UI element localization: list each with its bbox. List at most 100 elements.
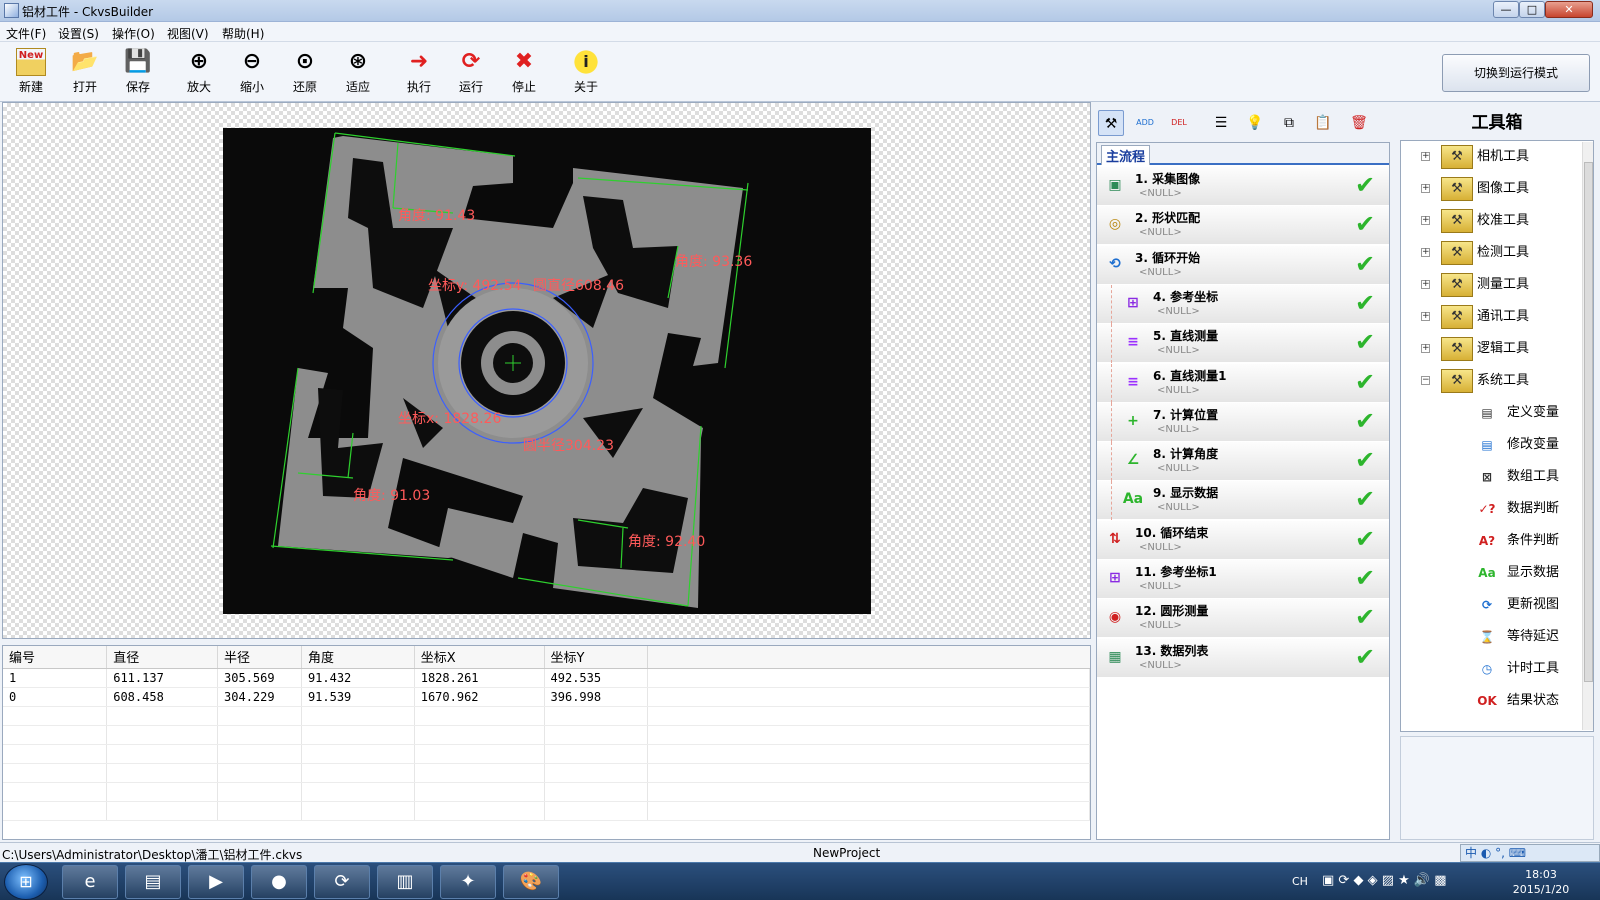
header-id[interactable]: 编号: [3, 646, 108, 669]
flow-step[interactable]: ⇅ 10. 循环结束 <NULL> ✔: [1097, 520, 1389, 560]
menu-operation[interactable]: 操作(O): [112, 25, 155, 42]
toolbox-category[interactable]: + ⚒ 逻辑工具: [1421, 335, 1591, 363]
taskbar-app[interactable]: ▤: [125, 865, 181, 899]
toolbox-item[interactable]: ⌛ 等待延迟: [1477, 623, 1587, 651]
paste-button[interactable]: 📋: [1310, 110, 1336, 136]
toolbox-category[interactable]: + ⚒ 测量工具: [1421, 271, 1591, 299]
flow-step[interactable]: ⟲ 3. 循环开始 <NULL> ✔: [1097, 245, 1389, 285]
start-button[interactable]: ⊞: [4, 864, 48, 900]
tray-icons[interactable]: ▣ ⟳ ◆ ◈ ▨ ★ 🔊 ▩: [1322, 873, 1447, 888]
header-angle[interactable]: 角度: [301, 646, 415, 669]
toolbox-item[interactable]: ⊠ 数组工具: [1477, 463, 1587, 491]
toolbox-category[interactable]: + ⚒ 校准工具: [1421, 207, 1591, 235]
flow-step[interactable]: +7. 计算位置 <NULL> ✔: [1097, 402, 1389, 442]
scrollbar-thumb[interactable]: [1584, 162, 1593, 682]
tool-button[interactable]: ⚒: [1098, 110, 1124, 136]
stop-button[interactable]: ✖ 停止: [499, 48, 549, 98]
add-step-button[interactable]: ADD: [1132, 110, 1158, 136]
fit-button[interactable]: ⊛ 适应: [333, 48, 383, 98]
toolbox-category[interactable]: − ⚒ 系统工具: [1421, 367, 1591, 395]
menu-file[interactable]: 文件(F): [6, 25, 46, 42]
toolbox-item[interactable]: ▤ 定义变量: [1477, 399, 1587, 427]
expand-icon[interactable]: +: [1421, 152, 1430, 161]
minimize-button[interactable]: —: [1493, 1, 1519, 18]
taskbar-app[interactable]: ●: [251, 865, 307, 899]
toolbox-scrollbar[interactable]: [1582, 142, 1593, 730]
flow-step[interactable]: ∠ 8. 计算角度 <NULL> ✔: [1097, 442, 1389, 482]
taskbar-app[interactable]: ✦: [440, 865, 496, 899]
toolbox-item[interactable]: ◷ 计时工具: [1477, 655, 1587, 683]
tab-main-flow[interactable]: 主流程: [1101, 145, 1151, 165]
restore-button[interactable]: ⊙ 还原: [280, 48, 330, 98]
flow-step[interactable]: ⊞ 4. 参考坐标 <NULL> ✔: [1097, 284, 1389, 324]
flow-step[interactable]: ≡ 6. 直线测量1 <NULL> ✔: [1097, 363, 1389, 403]
check-icon: ✔: [1355, 485, 1376, 514]
toolbox-category[interactable]: + ⚒ 检测工具: [1421, 239, 1591, 267]
taskbar-app[interactable]: ▥: [377, 865, 433, 899]
maximize-button[interactable]: □: [1519, 1, 1545, 18]
flow-step[interactable]: ▦ 13. 数据列表 <NULL> ✔: [1097, 638, 1389, 678]
step-name: 9. 显示数据: [1153, 486, 1219, 501]
expand-icon[interactable]: +: [1421, 248, 1430, 257]
results-table[interactable]: 编号 直径 半径 角度 坐标X 坐标Y 1 611.137 305.569 91…: [2, 645, 1091, 840]
taskbar-app[interactable]: ▶: [188, 865, 244, 899]
zoom-out-button[interactable]: ⊖ 缩小: [227, 48, 277, 98]
toolbox-item[interactable]: ▤ 修改变量: [1477, 431, 1587, 459]
flow-step[interactable]: ◎ 2. 形状匹配 <NULL> ✔: [1097, 206, 1389, 246]
menu-settings[interactable]: 设置(S): [58, 25, 99, 42]
toolbox-item[interactable]: ✓? 数据判断: [1477, 495, 1587, 523]
taskbar-app[interactable]: ⟳: [314, 865, 370, 899]
language-indicator[interactable]: CH: [1292, 875, 1308, 888]
header-coord-x[interactable]: 坐标X: [414, 646, 545, 669]
flow-step[interactable]: ≡ 5. 直线测量 <NULL> ✔: [1097, 324, 1389, 364]
table-row[interactable]: 0 608.458 304.229 91.539 1670.962 396.99…: [3, 687, 1090, 707]
collapse-icon[interactable]: −: [1421, 376, 1430, 385]
inspection-overlay: 角度: 91.43 角度: 93.36 角度: 91.03 角度: 92.40 …: [270, 132, 752, 608]
cell-angle: 91.539: [301, 687, 415, 707]
clock[interactable]: 18:03 2015/1/20: [1506, 867, 1576, 897]
menu-help[interactable]: 帮助(H): [222, 25, 264, 42]
properties-button[interactable]: ☰: [1208, 110, 1234, 136]
expand-icon[interactable]: +: [1421, 280, 1430, 289]
close-button[interactable]: ✕: [1545, 1, 1593, 18]
flow-step[interactable]: ▣ 1. 采集图像 <NULL> ✔: [1097, 167, 1389, 206]
open-button[interactable]: 📂 打开: [60, 48, 110, 98]
switch-to-run-mode-button[interactable]: 切换到运行模式: [1442, 54, 1590, 92]
expand-icon[interactable]: +: [1421, 344, 1430, 353]
save-button[interactable]: 💾 保存: [113, 48, 163, 98]
hint-button[interactable]: 💡: [1242, 110, 1268, 136]
toolbox-category[interactable]: + ⚒ 相机工具: [1421, 143, 1591, 171]
expand-icon[interactable]: +: [1421, 184, 1430, 193]
flow-step[interactable]: ◉ 12. 圆形测量 <NULL> ✔: [1097, 599, 1389, 639]
clear-button[interactable]: 🗑: [1346, 110, 1372, 136]
toolbox-item[interactable]: A? 条件判断: [1477, 527, 1587, 555]
table-row[interactable]: 1 611.137 305.569 91.432 1828.261 492.53…: [3, 668, 1090, 688]
image-canvas[interactable]: 角度: 91.43 角度: 93.36 角度: 91.03 角度: 92.40 …: [2, 102, 1091, 639]
menu-view[interactable]: 视图(V): [167, 25, 209, 42]
title-bar[interactable]: 铝材工件 - CkvsBuilder — □ ✕: [0, 0, 1600, 22]
taskbar-app[interactable]: 🎨: [503, 865, 559, 899]
ime-toolbar[interactable]: 中 ◐ °, ⌨: [1460, 844, 1600, 862]
toolbox-item[interactable]: Aa 显示数据: [1477, 559, 1587, 587]
execute-button[interactable]: ➜ 执行: [394, 48, 444, 98]
camera-image[interactable]: 角度: 91.43 角度: 93.36 角度: 91.03 角度: 92.40 …: [223, 128, 871, 614]
zoom-in-button[interactable]: ⊕ 放大: [174, 48, 224, 98]
header-diameter[interactable]: 直径: [106, 646, 219, 669]
expand-icon[interactable]: +: [1421, 312, 1430, 321]
delete-step-button[interactable]: DEL: [1166, 110, 1192, 136]
header-coord-y[interactable]: 坐标Y: [544, 646, 649, 669]
toolbox-category[interactable]: + ⚒ 通讯工具: [1421, 303, 1591, 331]
toolbox-category[interactable]: + ⚒ 图像工具: [1421, 175, 1591, 203]
expand-icon[interactable]: +: [1421, 216, 1430, 225]
taskbar-app[interactable]: e: [62, 865, 118, 899]
copy-button[interactable]: ⧉: [1276, 110, 1302, 136]
toolbox-item[interactable]: ⟳ 更新视图: [1477, 591, 1587, 619]
header-radius[interactable]: 半径: [217, 646, 302, 669]
about-button[interactable]: i 关于: [561, 48, 611, 98]
flow-step[interactable]: ⊞ 11. 参考坐标1 <NULL> ✔: [1097, 560, 1389, 599]
toolbox-item[interactable]: OK 结果状态: [1477, 687, 1587, 715]
circle-diameter-label: 圆直径608.46: [533, 277, 624, 294]
new-button[interactable]: New 新建: [6, 48, 56, 98]
run-button[interactable]: ⟳ 运行: [446, 48, 496, 98]
flow-step[interactable]: Aa 9. 显示数据 <NULL> ✔: [1097, 481, 1389, 521]
